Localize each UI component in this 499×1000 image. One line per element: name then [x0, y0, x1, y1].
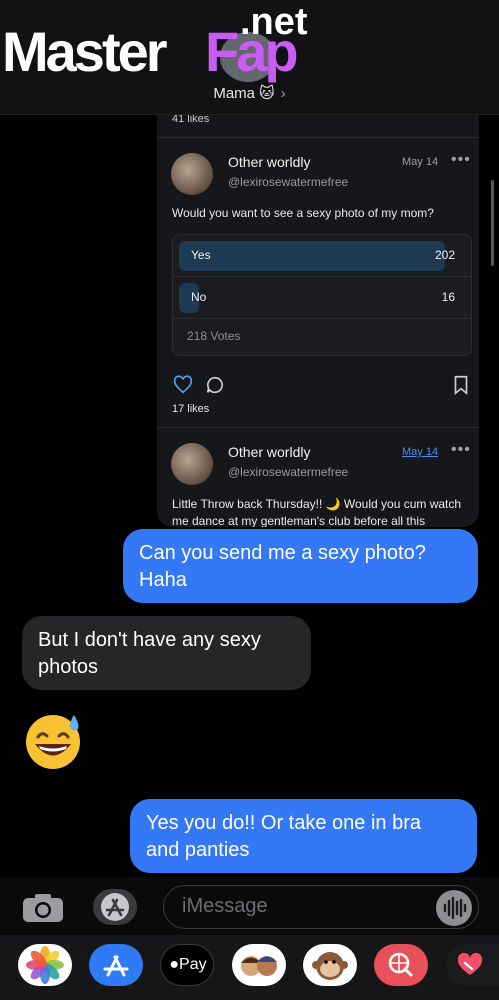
- apple-pay-button[interactable]: ●Pay: [160, 944, 214, 986]
- message-line: photos: [38, 656, 99, 678]
- watermark-tld: .net: [240, 1, 308, 43]
- post-handle[interactable]: @lexirosewatermefree: [228, 465, 348, 479]
- app-store-app-button[interactable]: [89, 944, 143, 986]
- post-likes: 17 likes: [172, 403, 210, 415]
- poll-option-count: 202: [434, 248, 455, 262]
- photos-app-button[interactable]: [18, 944, 72, 986]
- contact-name-button[interactable]: Mama 🐱 ›: [0, 84, 499, 102]
- message-line: Can you send me a sexy photo?: [139, 542, 426, 564]
- photos-icon: [26, 946, 64, 984]
- heart-icon[interactable]: [172, 374, 194, 396]
- post-text-line: me dance at my gentleman's club before a…: [172, 514, 426, 527]
- post-author[interactable]: Other worldly: [228, 154, 310, 170]
- watermark-brand: Master: [2, 20, 168, 83]
- scroll-indicator[interactable]: [491, 180, 494, 266]
- digital-touch-app-button[interactable]: [446, 944, 499, 986]
- poll-option-label: No: [191, 290, 207, 304]
- received-message-bubble[interactable]: But I don't have any sexy photos: [22, 616, 311, 690]
- camera-icon[interactable]: [22, 893, 64, 923]
- contact-emoji: 🐱: [259, 85, 275, 102]
- post-text: Little Throw back Thursday!! 🌙 Would you…: [172, 496, 472, 527]
- more-options-icon[interactable]: •••: [451, 441, 471, 459]
- sent-message-bubble[interactable]: Can you send me a sexy photo? Haha: [123, 529, 478, 603]
- image-search-app-button[interactable]: [374, 944, 428, 986]
- sweat-smile-emoji[interactable]: [22, 709, 86, 771]
- app-drawer: ●Pay: [0, 935, 499, 1000]
- apple-pay-label: ●Pay: [161, 956, 215, 974]
- bookmark-icon[interactable]: [450, 374, 472, 396]
- memoji-app-button[interactable]: [232, 944, 286, 986]
- more-options-icon[interactable]: •••: [451, 151, 471, 169]
- avatar[interactable]: [171, 443, 213, 485]
- message-line: Yes you do!! Or take one in bra: [146, 812, 421, 834]
- poll-option-count: 16: [441, 290, 455, 304]
- watermark-logo: Master Fap .net: [0, 2, 330, 88]
- post-date: May 14: [402, 156, 439, 168]
- message-line: Haha: [139, 569, 187, 591]
- poll: Yes 202 No 16 218 Votes: [172, 234, 472, 356]
- sent-message-bubble[interactable]: Yes you do!! Or take one in bra and pant…: [130, 799, 477, 873]
- voice-message-button[interactable]: [436, 890, 472, 926]
- message-line: But I don't have any sexy: [38, 629, 261, 651]
- contact-name: Mama: [213, 85, 256, 102]
- previous-post-likes: 41 likes: [172, 115, 210, 125]
- shared-post-card[interactable]: 41 likes Other worldly @lexirosewatermef…: [157, 115, 479, 527]
- chevron-right-icon: ›: [280, 85, 286, 102]
- pay-text: Pay: [179, 956, 207, 973]
- post-actions: [172, 374, 472, 398]
- post-handle[interactable]: @lexirosewatermefree: [228, 175, 348, 189]
- conversation-header: Master Fap .net Mama 🐱 ›: [0, 0, 499, 115]
- poll-option-bar: [179, 241, 445, 271]
- memoji-icon: [241, 956, 277, 976]
- waveform-icon: [443, 896, 467, 920]
- poll-option-yes[interactable]: Yes 202: [173, 235, 471, 277]
- apple-logo-icon: ●: [169, 956, 180, 973]
- post-date-link[interactable]: May 14: [402, 446, 438, 458]
- message-line: and panties: [146, 839, 250, 861]
- poll-option-label: Yes: [191, 248, 211, 262]
- post-text: Would you want to see a sexy photo of my…: [172, 206, 434, 220]
- globe-search-icon: [388, 952, 413, 977]
- post: Other worldly @lexirosewatermefree May 1…: [157, 137, 479, 427]
- heart-icon: [457, 952, 483, 975]
- poll-vote-count: 218 Votes: [187, 329, 241, 343]
- app-store-icon: [101, 893, 129, 921]
- comment-icon[interactable]: [204, 374, 226, 396]
- post-author[interactable]: Other worldly: [228, 444, 310, 460]
- poll-option-no[interactable]: No 16: [173, 277, 471, 319]
- compose-bar: iMessage: [0, 877, 499, 935]
- post-text-line: Little Throw back Thursday!! 🌙 Would you…: [172, 497, 462, 511]
- app-store-icon: [103, 955, 129, 977]
- post: Other worldly @lexirosewatermefree May 1…: [157, 427, 479, 527]
- message-input[interactable]: iMessage: [163, 885, 479, 929]
- monkey-icon: [312, 952, 348, 980]
- avatar[interactable]: [171, 153, 213, 195]
- app-store-button[interactable]: [93, 889, 137, 925]
- animoji-app-button[interactable]: [303, 944, 357, 986]
